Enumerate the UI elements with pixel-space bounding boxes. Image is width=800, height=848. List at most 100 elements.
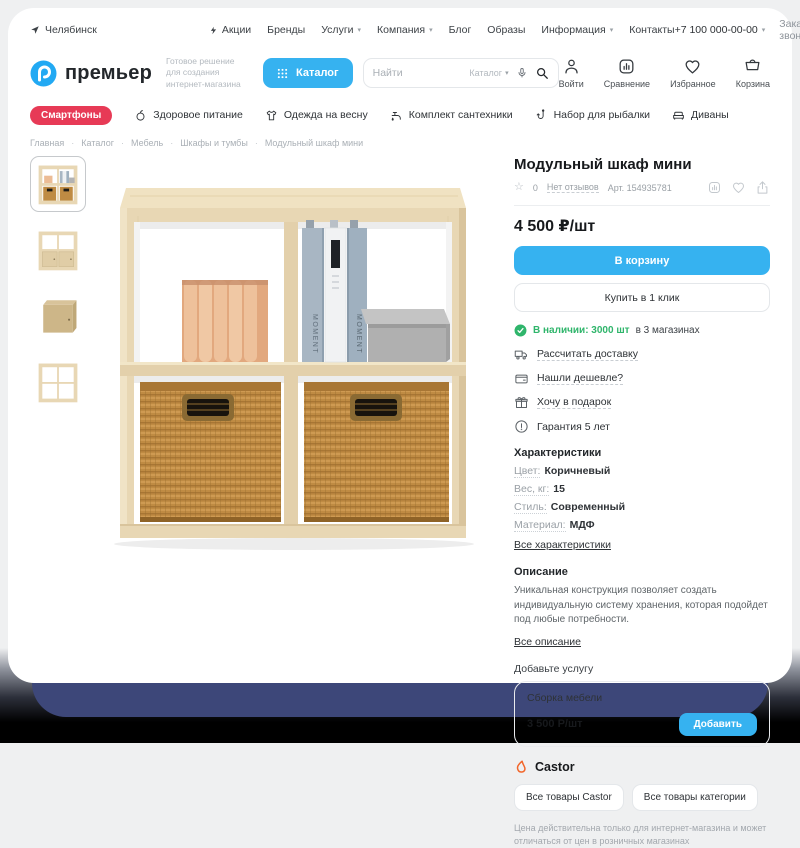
menu-item-promos[interactable]: Акции [209, 24, 251, 36]
tshirt-icon [265, 109, 278, 122]
brand-link[interactable]: Castor [514, 760, 770, 775]
service-name: Сборка мебели [527, 692, 757, 704]
quick-links: Рассчитать доставку Нашли дешевле? Хочу … [514, 347, 770, 434]
compare-icon[interactable] [707, 180, 722, 195]
brand-name: Castor [535, 760, 575, 774]
category-fishing-set[interactable]: Набор для рыбалки [535, 109, 650, 122]
top-menu: Акции Бренды Услуги▾ Компания▾ Блог Обра… [209, 24, 675, 36]
svg-text:MOMENT: MOMENT [355, 314, 362, 354]
callback-link[interactable]: Заказать звонок [779, 18, 800, 42]
stock-stores: в 3 магазинах [636, 325, 700, 336]
header-actions: Войти Сравнение Избранное Корзина [559, 57, 770, 89]
phone-dropdown[interactable]: +7 100 000-00-00 ▾ [675, 24, 766, 36]
favorites-button[interactable]: Избранное [670, 57, 716, 89]
brand-buttons: Все товары Castor Все товары категории [514, 784, 770, 811]
city-label: Челябинск [45, 24, 97, 36]
stock-available[interactable]: В наличии: 3000 шт [533, 325, 630, 336]
separator: · [255, 138, 258, 148]
menu-item-info[interactable]: Информация▾ [541, 24, 613, 36]
catalog-button[interactable]: Каталог [263, 58, 353, 88]
heart-icon[interactable] [731, 180, 746, 195]
guarantee-icon [514, 419, 529, 434]
rating-value: 0 [533, 183, 538, 193]
add-to-cart-button[interactable]: В корзину [514, 246, 770, 275]
separator: · [170, 138, 173, 148]
delivery-calc-link[interactable]: Рассчитать доставку [514, 347, 770, 362]
chevron-down-icon: ▾ [762, 27, 766, 34]
all-specs-link[interactable]: Все характеристики [514, 539, 611, 551]
separator: · [121, 138, 124, 148]
menu-item-looks[interactable]: Образы [487, 24, 525, 36]
svg-text:MOMENT: MOMENT [311, 314, 318, 354]
grid-icon [277, 68, 288, 79]
brand-logo-icon [514, 760, 529, 775]
product-meta: ☆ 0 Нет отзывов Арт. 154935781 [514, 180, 770, 195]
thumb-empty-shelf [34, 358, 82, 406]
header: премьер Готовое решение для создания инт… [30, 48, 770, 98]
menu-item-services[interactable]: Услуги▾ [321, 24, 361, 36]
breadcrumb-catalog[interactable]: Каталог [81, 138, 114, 148]
buy-one-click-button[interactable]: Купить в 1 клик [514, 283, 770, 312]
city-selector[interactable]: Челябинск [30, 24, 97, 36]
logo-icon [30, 60, 57, 87]
reviews-link[interactable]: Нет отзывов [547, 182, 599, 193]
price-disclaimer: Цена действительна только для интернет-м… [514, 822, 770, 848]
service-row: 3 500 Р/шт Добавить [527, 713, 757, 736]
search-input[interactable] [373, 67, 470, 79]
star-icon: ☆ [514, 182, 524, 193]
thumbnail-4[interactable] [30, 354, 86, 410]
top-bar-right: +7 100 000-00-00 ▾ Заказать звонок ☀ [675, 18, 800, 42]
category-spring-clothes[interactable]: Одежда на весну [265, 109, 368, 122]
thumbnail-1-selected[interactable] [30, 156, 86, 212]
specs-heading: Характеристики [514, 447, 770, 459]
search-icon[interactable] [535, 66, 549, 80]
thumb-shelf-with-doors [34, 226, 82, 274]
logo-text: премьер [65, 62, 152, 85]
add-service-button[interactable]: Добавить [679, 713, 757, 736]
sofa-icon [672, 109, 685, 122]
category-healthy-food[interactable]: Здоровое питание [134, 109, 243, 122]
sku: Арт. 154935781 [608, 183, 672, 193]
description-heading: Описание [514, 566, 770, 578]
compare-icon [617, 57, 636, 76]
gift-link[interactable]: Хочу в подарок [514, 395, 770, 410]
phone-number: +7 100 000-00-00 [675, 24, 758, 36]
service-heading: Добавьте услугу [514, 663, 770, 675]
menu-item-contacts[interactable]: Контакты [629, 24, 674, 36]
spec-row-style: Стиль:Современный [514, 501, 770, 513]
product-photo[interactable]: MOMENT MOMENT [98, 156, 490, 558]
logo[interactable]: премьер [30, 60, 152, 87]
service-price: 3 500 Р/шт [527, 718, 583, 730]
search-scope-dropdown[interactable]: Каталог ▾ [469, 68, 508, 78]
menu-item-blog[interactable]: Блог [449, 24, 472, 36]
chevron-down-icon: ▾ [429, 27, 433, 34]
category-plumbing-kit[interactable]: Комплект сантехники [390, 109, 513, 122]
thumbnail-3[interactable] [30, 288, 86, 344]
cart-button[interactable]: Корзина [736, 57, 770, 89]
thumb-cube-insert [34, 292, 82, 340]
page-card: Челябинск Акции Бренды Услуги▾ Компания▾… [8, 8, 792, 683]
all-description-link[interactable]: Все описание [514, 636, 581, 648]
menu-item-company[interactable]: Компания▾ [377, 24, 433, 36]
description-text: Уникальная конструкция позволяет создать… [514, 584, 770, 628]
tagline: Готовое решение для создания интернет-ма… [166, 56, 249, 89]
thumb-shelf-with-baskets [34, 160, 82, 208]
category-bar: Смартфоны Здоровое питание Одежда на вес… [30, 102, 770, 128]
category-sofas[interactable]: Диваны [672, 109, 729, 122]
product-info: Модульный шкаф мини ☆ 0 Нет отзывов Арт.… [514, 156, 770, 848]
microphone-icon[interactable] [516, 67, 528, 79]
compare-button[interactable]: Сравнение [604, 57, 650, 89]
all-brand-products-button[interactable]: Все товары Castor [514, 784, 624, 811]
apple-icon [134, 109, 147, 122]
breadcrumb-current: Модульный шкаф мини [265, 138, 363, 148]
login-button[interactable]: Войти [559, 57, 584, 89]
share-icon[interactable] [755, 180, 770, 195]
breadcrumb-cabinets[interactable]: Шкафы и тумбы [180, 138, 248, 148]
breadcrumb-home[interactable]: Главная [30, 138, 64, 148]
all-category-products-button[interactable]: Все товары категории [632, 784, 758, 811]
thumbnail-2[interactable] [30, 222, 86, 278]
breadcrumb-furniture[interactable]: Мебель [131, 138, 163, 148]
promo-pill-smartphones[interactable]: Смартфоны [30, 106, 112, 125]
found-cheaper-link[interactable]: Нашли дешевле? [514, 371, 770, 386]
menu-item-brands[interactable]: Бренды [267, 24, 305, 36]
